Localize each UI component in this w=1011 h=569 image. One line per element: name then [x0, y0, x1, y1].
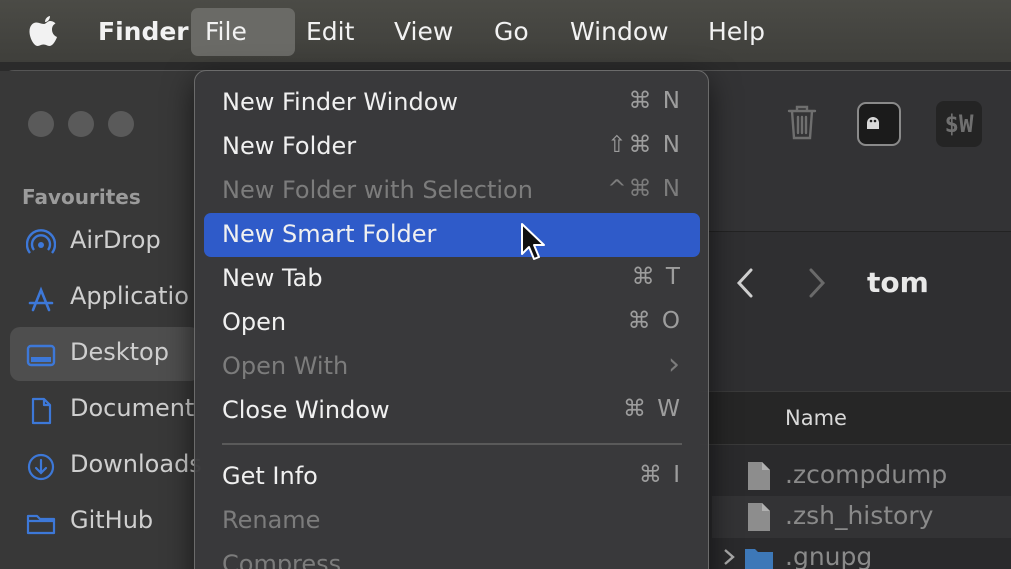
file-icon: [748, 462, 770, 490]
back-button[interactable]: [734, 266, 756, 309]
menu-item-label: New Finder Window: [222, 88, 459, 116]
menu-item-close-window[interactable]: Close Window ⌘ W: [204, 389, 700, 433]
mouse-pointer-icon: [521, 223, 545, 260]
file-menu-dropdown: New Finder Window ⌘ N New Folder ⇧⌘ N Ne…: [194, 70, 709, 569]
menu-item-label: Open: [222, 308, 287, 336]
submenu-chevron-icon: ›: [668, 347, 682, 382]
menu-item-get-info[interactable]: Get Info ⌘ I: [204, 455, 700, 499]
menu-item-new-finder-window[interactable]: New Finder Window ⌘ N: [204, 81, 700, 125]
terminal-app-icon[interactable]: [856, 101, 902, 147]
file-row[interactable]: .zsh_history: [712, 496, 1011, 538]
menu-item-new-smart-folder[interactable]: New Smart Folder: [204, 213, 700, 257]
extension-icon[interactable]: $W: [936, 101, 982, 147]
list-header: Name: [700, 391, 1011, 445]
file-row[interactable]: .gnupg: [712, 537, 1011, 569]
sidebar-item-applications[interactable]: Applicatio: [10, 271, 200, 325]
menu-separator: [222, 443, 682, 445]
menu-go[interactable]: Go: [480, 8, 543, 56]
document-icon: [31, 397, 52, 425]
menu-item-label: Rename: [222, 506, 321, 534]
menu-window[interactable]: Window: [556, 8, 683, 56]
minimize-window-button[interactable]: [68, 111, 94, 137]
zoom-window-button[interactable]: [108, 111, 134, 137]
column-header-name[interactable]: Name: [785, 406, 847, 430]
menu-item-shortcut: ⌘ I: [638, 462, 682, 488]
file-row[interactable]: .zcompdump: [712, 455, 1011, 497]
menu-item-rename: Rename: [204, 499, 700, 543]
menu-item-label: Get Info: [222, 462, 318, 490]
sidebar-item-label: AirDrop: [70, 226, 161, 254]
menu-item-label: New Folder: [222, 132, 357, 160]
sidebar-item-label: GitHub: [70, 506, 154, 534]
applications-icon: [28, 286, 54, 312]
forward-button[interactable]: [806, 266, 828, 309]
menu-help[interactable]: Help: [694, 8, 779, 56]
menu-item-new-folder-with-selection: New Folder with Selection ^⌘ N: [204, 169, 700, 213]
file-name: .gnupg: [785, 542, 873, 569]
menu-finder[interactable]: Finder: [84, 8, 203, 56]
sidebar-item-label: Downloads: [70, 450, 202, 478]
file-name: .zsh_history: [785, 501, 934, 530]
menu-item-compress: Compress: [204, 543, 700, 569]
menu-bar: Finder File Edit View Go Window Help: [0, 0, 1011, 62]
apple-logo-icon[interactable]: [28, 14, 60, 48]
disclosure-triangle-icon[interactable]: [722, 547, 736, 567]
menu-file[interactable]: File: [191, 8, 295, 56]
menu-item-label: Open With: [222, 352, 349, 380]
menu-item-shortcut: ⌘ W: [622, 396, 682, 422]
trash-icon[interactable]: [785, 103, 819, 141]
folder-title: tom: [867, 266, 929, 299]
file-icon: [748, 503, 770, 531]
file-name: .zcompdump: [785, 460, 948, 489]
sidebar-item-desktop[interactable]: Desktop: [10, 327, 200, 381]
sidebar-header-favourites: Favourites: [22, 185, 141, 209]
menu-item-shortcut: ⌘ O: [627, 308, 682, 334]
menu-item-label: New Smart Folder: [222, 220, 437, 248]
downloads-icon: [27, 453, 55, 481]
menu-item-new-tab[interactable]: New Tab ⌘ T: [204, 257, 700, 301]
menu-item-open-with: Open With ›: [204, 345, 700, 389]
sidebar-item-downloads[interactable]: Downloads: [10, 439, 202, 493]
folder-icon: [745, 549, 773, 569]
sidebar-item-label: Document: [70, 394, 195, 422]
sidebar-item-label: Applicatio: [70, 282, 189, 310]
sidebar-item-airdrop[interactable]: AirDrop: [10, 215, 200, 269]
chevron-left-icon: [736, 268, 753, 298]
menu-item-open[interactable]: Open ⌘ O: [204, 301, 700, 345]
sidebar: Favourites AirDrop Applicatio Desktop Do…: [0, 71, 202, 569]
sidebar-item-label: Desktop: [70, 338, 169, 366]
menu-item-label: Compress: [222, 550, 342, 569]
menu-item-label: Close Window: [222, 396, 390, 424]
menu-item-shortcut: ⌘ T: [631, 264, 682, 290]
airdrop-icon: [26, 229, 56, 254]
menu-item-label: New Folder with Selection: [222, 176, 533, 204]
menu-item-shortcut: ⇧⌘ N: [607, 132, 682, 158]
close-window-button[interactable]: [28, 111, 54, 137]
desktop-icon: [26, 344, 56, 367]
menu-edit[interactable]: Edit: [292, 8, 368, 56]
menu-item-shortcut: ⌘ N: [628, 88, 682, 114]
menu-item-shortcut: ^⌘ N: [607, 176, 682, 202]
path-navigation: tom: [700, 231, 1011, 391]
menu-view[interactable]: View: [380, 8, 467, 56]
sidebar-item-documents[interactable]: Document: [10, 383, 200, 437]
chevron-right-icon: [809, 268, 826, 298]
menu-item-label: New Tab: [222, 264, 323, 292]
folder-icon: [26, 514, 56, 535]
menu-item-new-folder[interactable]: New Folder ⇧⌘ N: [204, 125, 700, 169]
sidebar-item-github[interactable]: GitHub: [10, 495, 200, 549]
